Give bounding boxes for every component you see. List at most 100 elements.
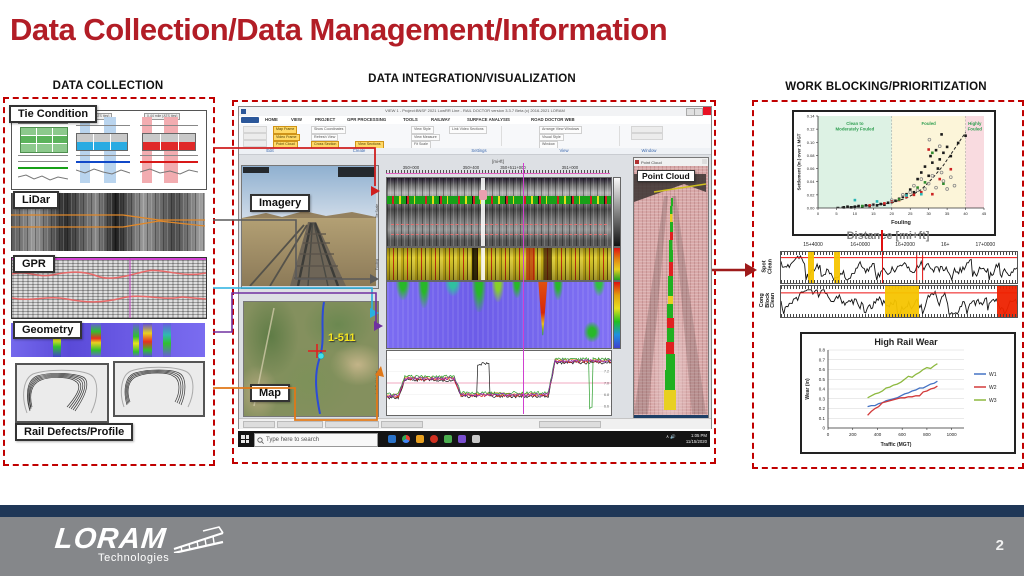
show-coordinates-button[interactable]: Show Coordinates bbox=[311, 126, 346, 134]
taskbar-chrome-icon[interactable] bbox=[402, 435, 410, 443]
ribbon-stub-button[interactable] bbox=[631, 126, 663, 133]
panel-work-blocking: Clean toModerately FouledFouledHighlyFou… bbox=[752, 100, 1024, 469]
svg-text:30: 30 bbox=[926, 211, 931, 216]
visual-style-button[interactable]: Visual Style bbox=[539, 134, 564, 142]
refresh-view-button[interactable]: Refresh View bbox=[311, 134, 338, 142]
gpr-label: GPR bbox=[13, 255, 55, 273]
tie-trend-sparkline-green bbox=[18, 171, 68, 183]
mileage-tick: 350+000 bbox=[391, 165, 431, 170]
point-cloud-window: Point Cloud bbox=[633, 157, 709, 425]
mileage-cursor[interactable] bbox=[523, 163, 524, 414]
tab-home[interactable]: HOME bbox=[265, 117, 278, 122]
distance-tick: 17+0000 bbox=[976, 242, 996, 248]
taskbar-search-box[interactable]: Type here to search bbox=[254, 433, 378, 447]
rail-height-axis-label: Left Rail Height bbox=[375, 352, 385, 412]
tab-surface-analysis[interactable]: SURFACE ANALYSIS bbox=[467, 117, 510, 122]
tie-condition-bar bbox=[387, 196, 611, 204]
slide: Data Collection/Data Management/Informat… bbox=[0, 0, 1024, 576]
app-status-bar bbox=[239, 418, 711, 429]
svg-text:600: 600 bbox=[898, 432, 906, 437]
taskbar-app-icon[interactable] bbox=[458, 435, 466, 443]
taskbar-app-icon[interactable] bbox=[430, 435, 438, 443]
svg-text:800: 800 bbox=[923, 432, 931, 437]
pc-close-icon[interactable] bbox=[702, 159, 707, 164]
svg-text:0.12: 0.12 bbox=[807, 127, 816, 132]
geometry-band bbox=[143, 323, 152, 357]
svg-text:Clean to: Clean to bbox=[846, 121, 864, 126]
high-rail-wear-chart: 0200400600800100000.10.20.30.40.50.60.70… bbox=[800, 332, 1016, 454]
map-window[interactable]: 1-511 Map bbox=[243, 301, 379, 417]
moisture-strip bbox=[386, 281, 612, 349]
arrange-view-windows-button[interactable]: Arrange View Windows bbox=[539, 126, 582, 134]
distance-tick-labels: 15+400016+000016+200016+17+0000 bbox=[758, 242, 1018, 250]
view-measure-button[interactable]: View Measure bbox=[411, 134, 440, 142]
svg-text:6.8: 6.8 bbox=[604, 393, 609, 397]
point-cloud-view[interactable] bbox=[634, 166, 708, 415]
mileage-tick: 351+000 bbox=[550, 165, 590, 170]
svg-text:High Rail Wear: High Rail Wear bbox=[874, 337, 938, 347]
maximize-button[interactable] bbox=[694, 108, 703, 116]
taskbar-app-icon[interactable] bbox=[416, 435, 424, 443]
ribbon-stub-button[interactable] bbox=[243, 140, 267, 147]
svg-text:0.1: 0.1 bbox=[819, 416, 826, 421]
svg-text:7.0: 7.0 bbox=[604, 381, 609, 385]
taskbar-app-icon[interactable] bbox=[388, 435, 396, 443]
distance-tick: 15+4000 bbox=[803, 242, 823, 248]
svg-text:Traffic (MGT): Traffic (MGT) bbox=[881, 442, 912, 448]
distance-cursor-upper bbox=[881, 230, 883, 251]
view-style-button[interactable]: View Style bbox=[411, 126, 434, 134]
svg-text:0.4: 0.4 bbox=[819, 387, 826, 392]
svg-text:0.08: 0.08 bbox=[807, 153, 816, 158]
tie-group-red bbox=[140, 117, 202, 187]
map-label: Map bbox=[250, 384, 290, 402]
mileage-tick: 350+511+000 bbox=[489, 165, 537, 170]
start-button-icon[interactable] bbox=[241, 435, 249, 443]
spot-clean-strip bbox=[780, 251, 1018, 284]
file-tab[interactable] bbox=[241, 117, 259, 123]
tab-railway[interactable]: RAILWAY bbox=[431, 117, 450, 122]
taskbar-clock[interactable]: 1:05 PM 11/15/2020 bbox=[686, 433, 707, 444]
video-frame-button[interactable]: Video Frame bbox=[273, 134, 300, 142]
svg-text:0.02: 0.02 bbox=[807, 192, 816, 197]
close-button[interactable] bbox=[703, 107, 711, 115]
svg-text:6.6: 6.6 bbox=[604, 405, 609, 409]
svg-text:40: 40 bbox=[963, 211, 968, 216]
link-video-sections-button[interactable]: Link Video Sections bbox=[449, 126, 487, 134]
ribbon-stub-button[interactable] bbox=[243, 126, 267, 133]
windows-taskbar: Type here to search ∧ 🔊 1:05 PM 11/15/20… bbox=[238, 431, 710, 447]
svg-text:0.10: 0.10 bbox=[807, 140, 816, 145]
svg-text:0.5: 0.5 bbox=[819, 377, 826, 382]
section-header-data-collection: DATA COLLECTION bbox=[3, 80, 213, 92]
geometry-band bbox=[91, 323, 101, 357]
group-settings: Settings bbox=[429, 148, 529, 153]
taskbar-app-icon[interactable] bbox=[472, 435, 480, 443]
tab-gpr-processing[interactable]: GPR PROCESSING bbox=[347, 117, 386, 122]
svg-text:7.2: 7.2 bbox=[604, 370, 609, 374]
taskbar-app-icon[interactable] bbox=[444, 435, 452, 443]
ribbon-stub-button[interactable] bbox=[631, 133, 663, 140]
group-edit: Edit bbox=[245, 148, 295, 153]
map-milepost-marker: 1-511 bbox=[328, 332, 356, 344]
svg-text:Fouled: Fouled bbox=[921, 121, 936, 126]
svg-text:0.7: 0.7 bbox=[819, 357, 826, 362]
app-ribbon: Map Frame Video Frame Point Cloud Cross … bbox=[239, 124, 711, 149]
svg-text:0.14: 0.14 bbox=[807, 114, 816, 119]
tie-group-green bbox=[18, 125, 70, 187]
fouling-axis-label: Fouling bbox=[375, 249, 385, 279]
ribbon-stub-button[interactable] bbox=[243, 133, 267, 140]
tab-road-doctor-web[interactable]: ROAD DOCTOR WEB bbox=[531, 117, 575, 122]
svg-text:0.3: 0.3 bbox=[819, 396, 826, 401]
tray-glyphs[interactable]: ∧ 🔊 bbox=[666, 434, 676, 440]
tab-project[interactable]: PROJECT bbox=[315, 117, 335, 122]
geometry-label: Geometry bbox=[13, 321, 82, 339]
map-frame-button[interactable]: Map Frame bbox=[273, 126, 297, 134]
cong-block-clean-axis-label: Cong Block Clean bbox=[758, 285, 778, 316]
svg-text:Wear (in): Wear (in) bbox=[805, 378, 811, 400]
tab-tools[interactable]: TOOLS bbox=[403, 117, 418, 122]
tab-view[interactable]: VIEW bbox=[291, 117, 302, 122]
svg-text:1000: 1000 bbox=[947, 432, 958, 437]
page-number: 2 bbox=[996, 537, 1004, 554]
work-block-highlight bbox=[834, 252, 840, 283]
tie-group-blue bbox=[76, 117, 134, 187]
imagery-label: Imagery bbox=[250, 194, 310, 212]
